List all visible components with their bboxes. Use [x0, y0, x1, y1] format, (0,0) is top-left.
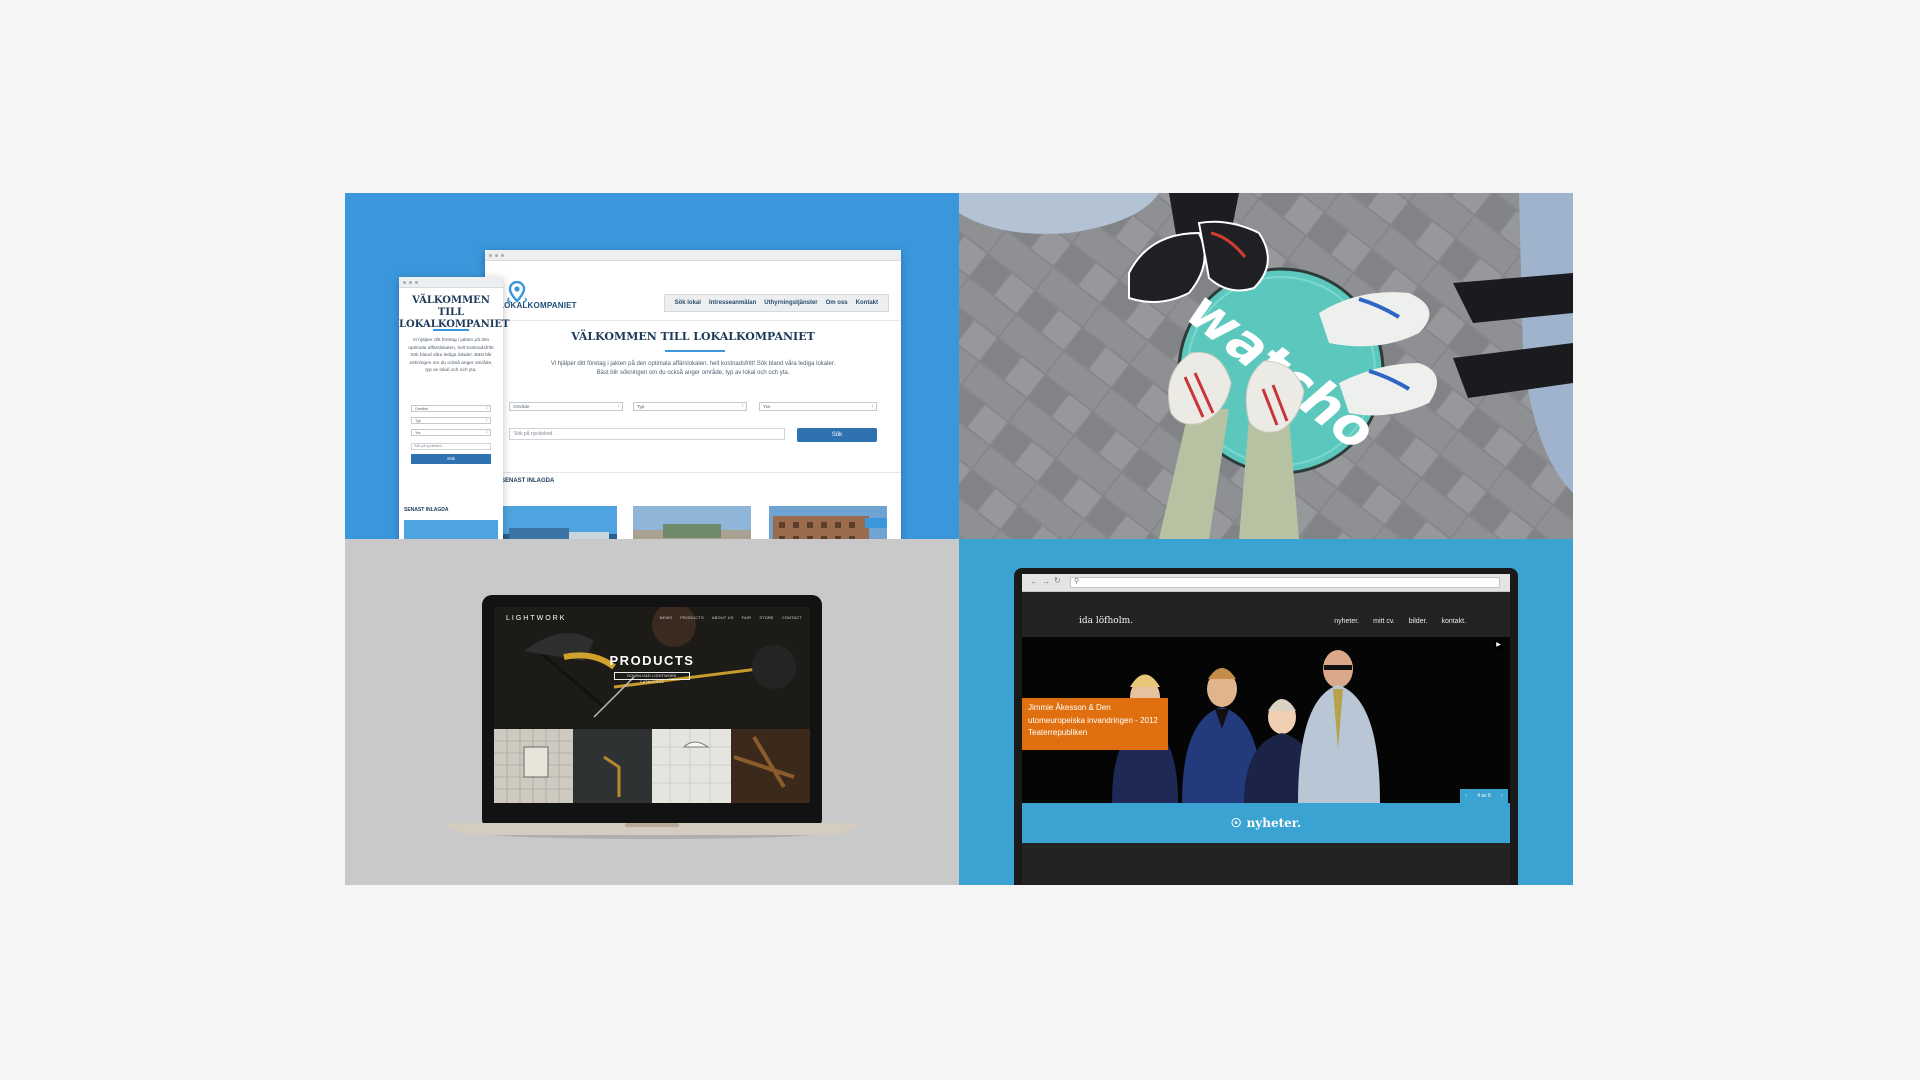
nav-item[interactable]: Kontakt — [856, 300, 878, 306]
main-nav: NEWS PRODUCTS ABOUT US FAIR STORE CONTAC… — [660, 616, 802, 620]
products-hero-image — [494, 607, 810, 803]
type-select[interactable]: Typ — [411, 417, 491, 424]
watcho-panel[interactable]: watcho — [959, 193, 1573, 539]
reload-icon[interactable]: ↻ — [1054, 576, 1061, 585]
size-select[interactable]: Yta — [759, 402, 877, 411]
mobile-browser-mockup: VÄLKOMMEN TILL LOKALKOMPANIET Vi hjälper… — [399, 277, 510, 539]
intro-text: Vi hjälper ditt företag i jakten på den … — [408, 338, 494, 373]
nav-item[interactable]: ABOUT US — [712, 616, 734, 620]
forward-icon[interactable]: → — [1042, 577, 1050, 586]
size-select[interactable]: Yta — [411, 429, 491, 436]
browser-bar — [485, 250, 901, 261]
listing-thumbnail[interactable] — [404, 520, 498, 539]
site-name[interactable]: ida löfholm. — [1079, 616, 1133, 626]
nav-item[interactable]: NEWS — [660, 616, 673, 620]
globe-icon: ☉ — [1230, 816, 1242, 830]
desktop-browser-mockup: LOKALKOMPANIET Sök lokal Intresseanmälan… — [485, 250, 901, 539]
search-icon: ⚲ — [1074, 578, 1080, 585]
title-divider — [433, 329, 469, 331]
page-title: VÄLKOMMEN TILL LOKALKOMPANIET — [571, 330, 815, 343]
main-nav: Sök lokal Intresseanmälan Uthyrningstjän… — [663, 294, 889, 312]
chevron-right-icon[interactable]: › — [1501, 793, 1503, 799]
chevron-left-icon[interactable]: ‹ — [1465, 793, 1467, 799]
brand-name: LOKALKOMPANIET — [499, 301, 577, 310]
main-nav: nyheter. mitt cv. bilder. kontakt. — [1334, 618, 1466, 625]
area-select[interactable]: Område — [509, 402, 623, 411]
nav-item[interactable]: mitt cv. — [1373, 618, 1395, 625]
nav-item[interactable]: bilder. — [1409, 618, 1428, 625]
nav-item[interactable]: PRODUCTS — [680, 616, 704, 620]
ida-lofholm-panel[interactable]: ← → ↻ ⚲ ida löfholm. nyheter. mitt cv. b… — [959, 539, 1573, 885]
nav-item[interactable]: FAIR — [742, 616, 752, 620]
nav-item[interactable]: STORE — [759, 616, 774, 620]
search-button[interactable]: Sök — [797, 428, 877, 442]
browser-window: ← → ↻ ⚲ ida löfholm. nyheter. mitt cv. b… — [1022, 574, 1510, 885]
listing-thumbnail[interactable] — [769, 506, 887, 539]
nav-item[interactable]: CONTACT — [782, 616, 802, 620]
listing-thumbnail[interactable] — [499, 506, 617, 539]
title-divider — [665, 350, 725, 352]
page-title: VÄLKOMMEN TILL LOKALKOMPANIET — [399, 295, 510, 330]
page-title: PRODUCTS — [609, 653, 695, 668]
area-select[interactable]: Område — [411, 405, 491, 412]
pager-count: 4 av 6 — [1477, 793, 1491, 799]
lokalkompaniet-panel[interactable]: LOKALKOMPANIET Sök lokal Intresseanmälan… — [345, 193, 959, 539]
section-heading: SENAST INLAGDA — [501, 478, 555, 484]
portfolio-grid: LOKALKOMPANIET Sök lokal Intresseanmälan… — [345, 193, 1573, 885]
laptop-screen: LIGHTWORK NEWS PRODUCTS ABOUT US FAIR ST… — [494, 607, 810, 803]
type-select[interactable]: Typ — [633, 402, 747, 411]
intro-text: Vi hjälper ditt företag i jakten på den … — [550, 361, 836, 376]
news-label: nyheter. — [1246, 816, 1302, 830]
nav-item[interactable]: Om oss — [826, 300, 848, 306]
section-divider — [485, 472, 901, 473]
site-header: LOKALKOMPANIET Sök lokal Intresseanmälan… — [485, 261, 901, 321]
search-button[interactable]: Sök — [411, 454, 491, 464]
browser-bar — [399, 277, 503, 288]
news-banner[interactable]: ☉ nyheter. — [1022, 803, 1510, 843]
search-input[interactable]: Sök på nyckelord — [509, 428, 785, 440]
lightwork-panel[interactable]: LIGHTWORK NEWS PRODUCTS ABOUT US FAIR ST… — [345, 539, 959, 885]
address-bar[interactable]: ⚲ — [1070, 577, 1500, 588]
slide-pager: ‹ 4 av 6 › — [1460, 789, 1508, 803]
nav-item[interactable]: Intresseanmälan — [709, 300, 756, 306]
search-input[interactable]: Sök på nyckelord — [411, 443, 491, 450]
play-icon[interactable]: ▶ — [1493, 640, 1504, 651]
slide-caption: Jimmie Åkesson & Den utomeuropeiska inva… — [1022, 698, 1168, 750]
nav-item[interactable]: Sök lokal — [675, 300, 701, 306]
download-catalogue-button[interactable]: DOWNLOAD LIGHTWORK CATALOGUE — [614, 672, 690, 684]
nav-item[interactable]: Uthyrningstjänster — [764, 300, 817, 306]
nav-item[interactable]: kontakt. — [1441, 618, 1466, 625]
section-heading: SENAST INLAGDA — [404, 507, 449, 513]
back-icon[interactable]: ← — [1030, 577, 1038, 586]
nav-item[interactable]: nyheter. — [1334, 618, 1359, 625]
watcho-photo: watcho — [959, 193, 1573, 539]
brand-name: LIGHTWORK — [506, 615, 567, 622]
browser-toolbar: ← → ↻ ⚲ — [1022, 574, 1510, 592]
listing-thumbnail[interactable] — [633, 506, 751, 539]
